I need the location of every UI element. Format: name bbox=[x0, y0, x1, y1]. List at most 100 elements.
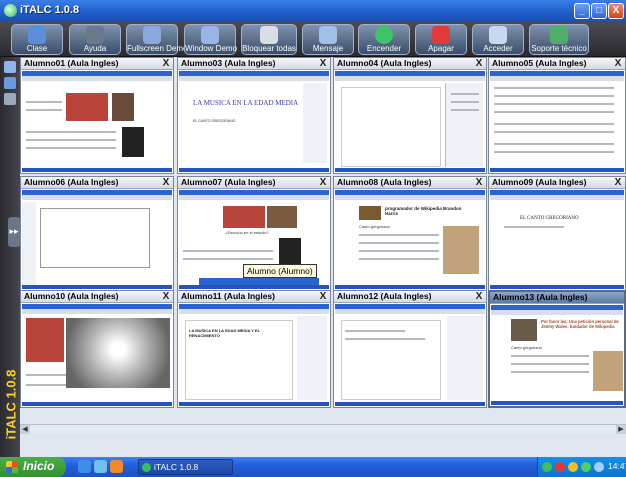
network-icon[interactable] bbox=[542, 462, 552, 472]
classroom-icon bbox=[28, 26, 46, 44]
close-icon[interactable]: X bbox=[613, 59, 623, 69]
close-icon[interactable]: X bbox=[161, 59, 171, 69]
close-icon[interactable]: X bbox=[161, 292, 171, 302]
clock: 14:47 bbox=[608, 461, 626, 471]
classroom-button[interactable]: Clase bbox=[11, 24, 63, 55]
fullscreen-demo-icon bbox=[143, 26, 161, 44]
window-demo-button[interactable]: Window Demo bbox=[184, 24, 238, 55]
media-player-icon[interactable] bbox=[94, 460, 107, 473]
doc-heading: LA MUSICA EN LA EDAD MEDIA Y EL RENACIMI… bbox=[189, 328, 260, 338]
doc-heading: programador de Wikipedia Brandon Harris bbox=[385, 206, 462, 216]
doc-subheading: Canto gregoriano bbox=[511, 345, 542, 350]
doc-heading: ¿Escuchó en el estudio? bbox=[225, 230, 269, 235]
lock-all-button[interactable]: Bloquear todas bbox=[241, 24, 297, 55]
fullscreen-demo-button[interactable]: Fullscreen Demo bbox=[126, 24, 188, 55]
screen-thumbnail[interactable] bbox=[490, 71, 624, 172]
home-icon[interactable] bbox=[4, 61, 16, 73]
volume-icon[interactable] bbox=[594, 462, 604, 472]
doc-subheading: EL CANTO GREGORIANO bbox=[193, 119, 236, 123]
tile-header: Alumno12 (Aula Ingles) X bbox=[334, 291, 486, 303]
help-button[interactable]: Ayuda bbox=[69, 24, 121, 55]
screen-thumbnail[interactable]: EL CANTO GREGORIANO bbox=[490, 190, 624, 289]
client-tile-alumno12[interactable]: Alumno12 (Aula Ingles) X bbox=[333, 290, 487, 408]
tile-header: Alumno03 (Aula Ingles) X bbox=[178, 58, 330, 70]
scroll-right-icon[interactable]: ▶ bbox=[616, 425, 626, 434]
close-button[interactable]: X bbox=[608, 3, 624, 19]
italc-app-icon bbox=[142, 463, 151, 472]
settings-icon[interactable] bbox=[4, 93, 16, 105]
close-icon[interactable]: X bbox=[318, 292, 328, 302]
power-on-label: Encender bbox=[366, 44, 402, 53]
close-icon[interactable]: X bbox=[161, 178, 171, 188]
windows-logo-icon bbox=[6, 461, 18, 473]
screen-thumbnail[interactable] bbox=[22, 304, 172, 406]
browser-icon[interactable] bbox=[78, 460, 91, 473]
client-tile-alumno09[interactable]: Alumno09 (Aula Ingles) X EL CANTO GREGORI… bbox=[488, 176, 626, 291]
screen-thumbnail[interactable]: Por favor lea: Una petición personal de … bbox=[491, 305, 623, 405]
client-tile-alumno03[interactable]: Alumno03 (Aula Ingles) X LA MUSICA EN LA … bbox=[177, 57, 331, 174]
power-off-label: Apagar bbox=[428, 44, 454, 53]
remote-support-button[interactable]: Soporte técnico bbox=[529, 24, 589, 55]
message-button[interactable]: Mensaje bbox=[302, 24, 354, 55]
sidebar: iTALC 1.0.8 bbox=[0, 57, 20, 457]
remote-support-label: Soporte técnico bbox=[531, 44, 587, 53]
screen-thumbnail[interactable]: programador de Wikipedia Brandon Harris … bbox=[335, 190, 485, 289]
scroll-left-icon[interactable]: ◀ bbox=[20, 425, 30, 434]
classroom-label: Clase bbox=[26, 44, 48, 53]
help-label: Ayuda bbox=[83, 44, 107, 53]
screen-thumbnail[interactable] bbox=[335, 304, 485, 406]
doc-subheading: Canto gregoriano bbox=[359, 224, 390, 229]
client-tile-alumno04[interactable]: Alumno04 (Aula Ingles) X bbox=[333, 57, 487, 174]
logon-label: Acceder bbox=[483, 44, 513, 53]
screen-thumbnail[interactable] bbox=[335, 71, 485, 172]
taskbar-app-italc[interactable]: iTALC 1.0.8 bbox=[138, 459, 233, 475]
close-icon[interactable]: X bbox=[474, 292, 484, 302]
power-off-icon bbox=[432, 26, 450, 44]
client-tile-alumno13[interactable]: Alumno13 (Aula Ingles) Por favor lea: Un… bbox=[488, 290, 626, 408]
doc-heading: LA MUSICA EN LA EDAD MEDIA bbox=[193, 99, 299, 107]
italc-tray-icon[interactable] bbox=[581, 462, 591, 472]
clients-icon[interactable] bbox=[4, 77, 16, 89]
screen-thumbnail[interactable] bbox=[22, 190, 172, 289]
maximize-button[interactable]: □ bbox=[591, 3, 607, 19]
client-tile-alumno11[interactable]: Alumno11 (Aula Ingles) X LA MUSICA EN LA … bbox=[177, 290, 331, 408]
sidebar-collapse-handle[interactable]: ▸▸ bbox=[8, 217, 20, 247]
fullscreen-demo-label: Fullscreen Demo bbox=[127, 44, 188, 53]
screen-thumbnail[interactable]: LA MUSICA EN LA EDAD MEDIA EL CANTO GREG… bbox=[179, 71, 329, 172]
update-icon[interactable] bbox=[568, 462, 578, 472]
tile-header: Alumno07 (Aula Ingles) X bbox=[178, 177, 330, 189]
brand-label: iTALC 1.0.8 bbox=[3, 369, 19, 440]
minimize-button[interactable]: _ bbox=[574, 3, 590, 19]
start-button[interactable]: Inicio bbox=[0, 457, 66, 477]
close-icon[interactable]: X bbox=[318, 59, 328, 69]
tile-title: Alumno13 (Aula Ingles) bbox=[493, 292, 588, 302]
taskbar-app-label: iTALC 1.0.8 bbox=[154, 462, 199, 472]
close-icon[interactable]: X bbox=[613, 178, 623, 188]
client-tile-alumno01[interactable]: Alumno01 (Aula Ingles) X bbox=[20, 57, 174, 174]
client-tile-alumno10[interactable]: Alumno10 (Aula Ingles) X bbox=[20, 290, 174, 408]
close-icon[interactable]: X bbox=[474, 178, 484, 188]
screen-thumbnail[interactable] bbox=[22, 71, 172, 172]
client-tile-alumno05[interactable]: Alumno05 (Aula Ingles) X bbox=[488, 57, 626, 174]
tile-title: Alumno09 (Aula Ingles) bbox=[492, 177, 587, 187]
logon-button[interactable]: Acceder bbox=[472, 24, 524, 55]
power-on-button[interactable]: Encender bbox=[358, 24, 410, 55]
screen-thumbnail[interactable]: LA MUSICA EN LA EDAD MEDIA Y EL RENACIMI… bbox=[179, 304, 329, 406]
security-icon[interactable] bbox=[555, 462, 565, 472]
tile-header: Alumno11 (Aula Ingles) X bbox=[178, 291, 330, 303]
horizontal-scrollbar[interactable]: ◀ ▶ bbox=[20, 424, 626, 434]
lock-all-icon bbox=[260, 26, 278, 44]
tile-header: Alumno09 (Aula Ingles) X bbox=[489, 177, 625, 189]
client-grid: Alumno01 (Aula Ingles) X Alumno03 (Aula I… bbox=[20, 57, 626, 424]
firefox-icon[interactable] bbox=[110, 460, 123, 473]
close-icon[interactable]: X bbox=[318, 178, 328, 188]
client-tile-alumno06[interactable]: Alumno06 (Aula Ingles) X bbox=[20, 176, 174, 291]
client-tile-alumno08[interactable]: Alumno08 (Aula Ingles) X programador de W… bbox=[333, 176, 487, 291]
message-icon bbox=[319, 26, 337, 44]
window-demo-label: Window Demo bbox=[185, 44, 238, 53]
close-icon[interactable]: X bbox=[474, 59, 484, 69]
power-off-button[interactable]: Apagar bbox=[415, 24, 467, 55]
tile-header: Alumno04 (Aula Ingles) X bbox=[334, 58, 486, 70]
italc-app-icon bbox=[4, 4, 17, 17]
tile-header: Alumno01 (Aula Ingles) X bbox=[21, 58, 173, 70]
